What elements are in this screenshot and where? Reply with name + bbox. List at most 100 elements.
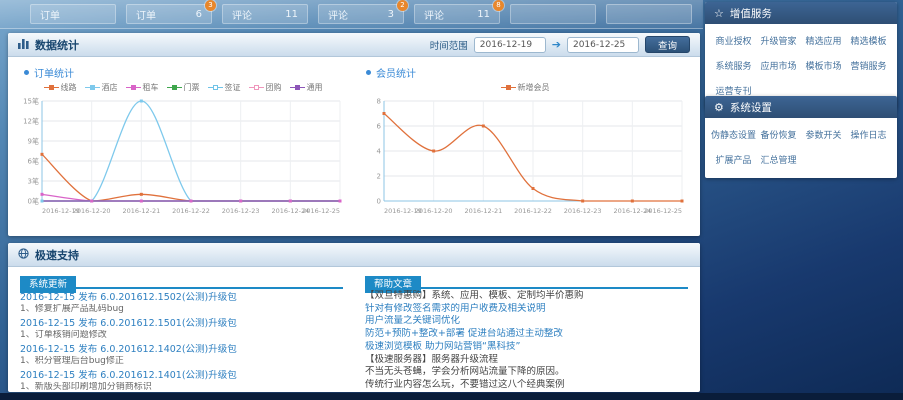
query-button[interactable]: 查询: [645, 36, 690, 53]
bullet-icon: [366, 70, 371, 75]
services-header: ☆ 增值服务: [705, 2, 897, 24]
articles-list: 【双旦特惠购】系统、应用、模板、定制均半价惠购针对有修改签名需求的用户收费及相关…: [365, 290, 688, 392]
svg-text:2: 2: [377, 173, 381, 181]
panel-title: 极速支持: [35, 247, 79, 263]
tab-system-updates[interactable]: 系统更新: [20, 276, 76, 293]
topbar: 订单 订单63 评论 11 评论32 评论118: [0, 0, 703, 29]
notification-badge: 3: [205, 0, 216, 11]
legend-label: 新增会员: [518, 82, 550, 93]
legend-item[interactable]: 通用: [290, 82, 323, 93]
settings-grid: 伪静态设置备份恢复参数开关操作日志扩展产品汇总管理: [705, 118, 897, 178]
bullet-icon: [24, 70, 29, 75]
sidebar-link[interactable]: 伪静态设置: [711, 128, 756, 141]
members-chart-title: 会员统计: [366, 65, 696, 80]
sidebar-link[interactable]: 汇总管理: [756, 153, 801, 166]
legend-marker-icon: [501, 84, 516, 91]
topbar-item[interactable]: 评论118: [414, 4, 500, 24]
svg-text:2016-12-25: 2016-12-25: [302, 207, 340, 215]
update-entry-title[interactable]: 2016-12-15 发布 6.0.201612.1502(公测)升级包: [20, 292, 343, 304]
system-updates-column: 系统更新 2016-12-15 发布 6.0.201612.1502(公测)升级…: [20, 272, 343, 392]
topbar-item-empty[interactable]: [606, 4, 692, 24]
update-entry-title[interactable]: 2016-12-15 发布 6.0.201612.1401(公测)升级包: [20, 370, 343, 382]
legend-item[interactable]: 签证: [208, 82, 241, 93]
system-settings-panel: ⚙ 系统设置 伪静态设置备份恢复参数开关操作日志扩展产品汇总管理: [705, 96, 897, 178]
legend-item[interactable]: 新增会员: [501, 82, 550, 93]
support-header: 极速支持: [8, 243, 700, 267]
svg-text:2016-12-20: 2016-12-20: [415, 207, 453, 215]
topbar-item-count: 11: [285, 9, 298, 20]
legend-marker-icon: [126, 84, 141, 91]
svg-text:2016-12-22: 2016-12-22: [514, 207, 552, 215]
article-link[interactable]: 【双旦特惠购】系统、应用、模板、定制均半价惠购: [365, 290, 688, 302]
topbar-item-empty[interactable]: [510, 4, 596, 24]
legend-item[interactable]: 酒店: [85, 82, 118, 93]
sidebar-link[interactable]: 商业授权: [711, 34, 756, 47]
article-link[interactable]: 针对有修改签名需求的用户收费及相关说明: [365, 303, 688, 315]
orders-line-chart: 2016-12-192016-12-202016-12-212016-12-22…: [12, 94, 348, 218]
topbar-item[interactable]: 订单63: [126, 4, 212, 24]
svg-text:9笔: 9笔: [28, 137, 39, 146]
sidebar-link[interactable]: 精选应用: [801, 34, 846, 47]
svg-text:2016-12-21: 2016-12-21: [464, 207, 502, 215]
article-link[interactable]: 极速浏览模板 助力网站营销“黑科技”: [365, 341, 688, 353]
topbar-item-count: 3: [388, 9, 394, 20]
sidebar-link[interactable]: 营销服务: [846, 59, 891, 72]
legend-item[interactable]: 线路: [44, 82, 77, 93]
members-chart-block: 会员统计 新增会员 2016-12-192016-12-202016-12-21…: [354, 59, 696, 218]
update-entry-title[interactable]: 2016-12-15 发布 6.0.201612.1402(公测)升级包: [20, 344, 343, 356]
legend-item[interactable]: 门票: [167, 82, 200, 93]
legend-marker-icon: [44, 84, 59, 91]
update-entry-title[interactable]: 2016-12-15 发布 6.0.201612.1501(公测)升级包: [20, 318, 343, 330]
topbar-item-label: 评论: [232, 7, 252, 22]
topbar-item[interactable]: 订单: [30, 4, 116, 24]
sidebar-link[interactable]: 系统服务: [711, 59, 756, 72]
svg-text:2016-12-21: 2016-12-21: [122, 207, 160, 215]
update-entry-detail: 1、新版头部印刷增加分销商标识: [20, 382, 343, 392]
article-link[interactable]: 不当无头苍蝇，学会分析网站流量下降的原因。: [365, 366, 688, 378]
footer-bar: [0, 393, 903, 400]
article-link[interactable]: 【极速服务器】服务器升级流程: [365, 354, 688, 366]
sidebar-link[interactable]: 操作日志: [846, 128, 891, 141]
support-body: 系统更新 2016-12-15 发布 6.0.201612.1502(公测)升级…: [8, 267, 700, 392]
sidebar-link[interactable]: 参数开关: [801, 128, 846, 141]
topbar-item-label: 订单: [40, 7, 60, 22]
svg-text:4: 4: [377, 148, 382, 156]
legend-marker-icon: [85, 84, 100, 91]
legend-item[interactable]: 租车: [126, 82, 159, 93]
arrow-right-icon: ➔: [552, 38, 561, 51]
bar-chart-icon: [18, 38, 29, 52]
svg-text:2016-12-23: 2016-12-23: [564, 207, 602, 215]
date-from-input[interactable]: [474, 37, 546, 53]
legend-item[interactable]: 团购: [249, 82, 282, 93]
sidebar-link[interactable]: 精选模板: [846, 34, 891, 47]
topbar-item[interactable]: 评论 11: [222, 4, 308, 24]
legend-label: 团购: [266, 82, 282, 93]
article-link[interactable]: 防范+预防+整改+部署 促进台站通过主动整改: [365, 328, 688, 340]
members-line-chart: 2016-12-192016-12-202016-12-212016-12-22…: [354, 94, 690, 218]
date-to-input[interactable]: [567, 37, 639, 53]
svg-text:0: 0: [377, 198, 381, 206]
data-stats-header: 数据统计 时间范围 ➔ 查询: [8, 33, 700, 57]
updates-tabrow: 系统更新: [20, 272, 343, 289]
sidebar-link[interactable]: 应用市场: [756, 59, 801, 72]
legend-marker-icon: [249, 84, 264, 91]
article-link[interactable]: 用户流量之关键词优化: [365, 315, 688, 327]
members-chart-legend: 新增会员: [354, 81, 696, 93]
topbar-item[interactable]: 评论32: [318, 4, 404, 24]
star-icon: ☆: [714, 8, 724, 19]
svg-text:6笔: 6笔: [28, 157, 39, 166]
sidebar-link[interactable]: 升级管家: [756, 34, 801, 47]
update-entry-detail: 1、修复扩展产品乱码bug: [20, 304, 343, 315]
orders-chart-legend: 线路酒店 租车门票签证 团购 通用: [12, 81, 354, 93]
legend-label: 通用: [307, 82, 323, 93]
sidebar-link[interactable]: 模板市场: [801, 59, 846, 72]
legend-label: 租车: [143, 82, 159, 93]
article-link[interactable]: 传统行业内容怎么玩，不要错过这八个经典案例: [365, 379, 688, 391]
data-stats-panel: 数据统计 时间范围 ➔ 查询 订单统计 线路酒店租车门票签证团购通用 2016-…: [8, 33, 700, 236]
update-entry-detail: 1、积分管理后台bug修正: [20, 356, 343, 367]
charts-area: 订单统计 线路酒店租车门票签证团购通用 2016-12-192016-12-20…: [8, 57, 700, 220]
legend-marker-icon: [167, 84, 182, 91]
sidebar-link[interactable]: 扩展产品: [711, 153, 756, 166]
sidebar-link[interactable]: 备份恢复: [756, 128, 801, 141]
topbar-item-count: 6: [196, 9, 202, 20]
